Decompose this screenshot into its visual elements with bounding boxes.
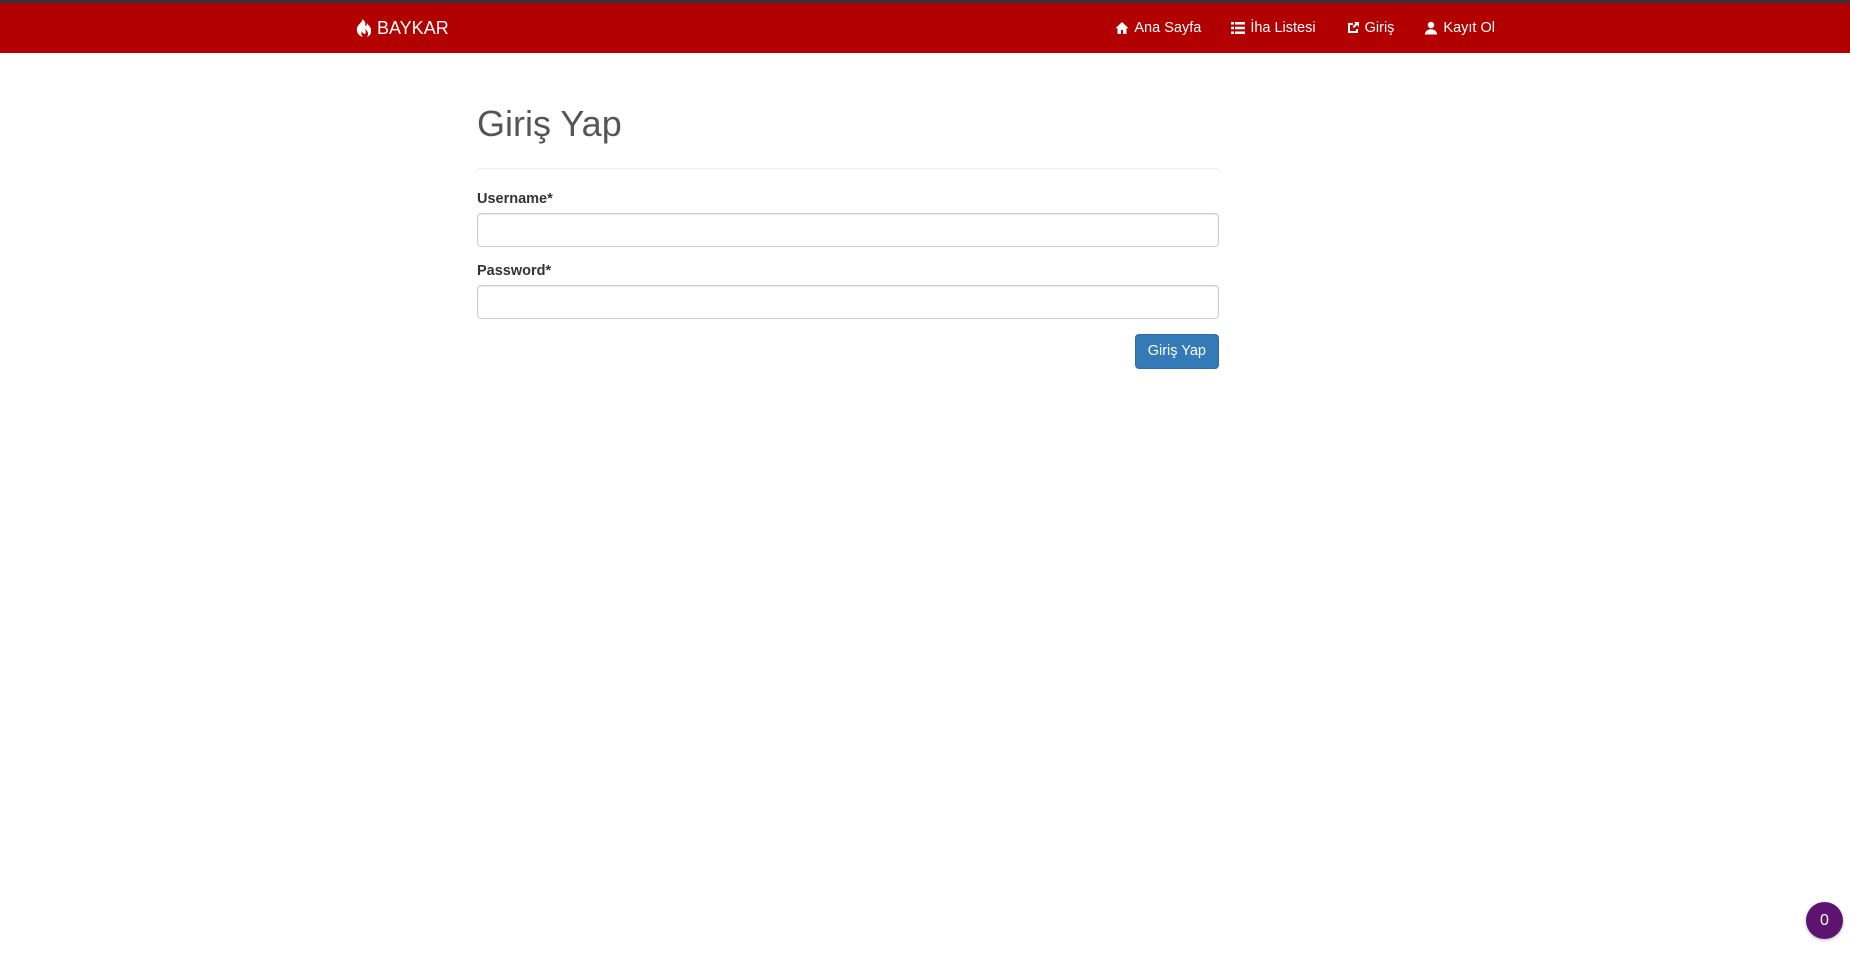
nav-item-iha-listesi[interactable]: İha Listesi <box>1216 3 1330 53</box>
nav-item-giris[interactable]: Giriş <box>1331 3 1410 53</box>
username-group: Username* <box>477 191 1219 247</box>
nav-item-kayit-ol[interactable]: Kayıt Ol <box>1409 3 1510 53</box>
fire-icon <box>355 19 371 37</box>
nav-item-label: İha Listesi <box>1250 20 1316 36</box>
user-icon <box>1424 21 1438 35</box>
username-label: Username* <box>477 190 553 207</box>
form-actions: Giriş Yap <box>477 333 1219 369</box>
brand-label: BAYKAR <box>377 17 449 38</box>
list-icon <box>1231 21 1246 35</box>
floating-counter-badge[interactable]: 0 <box>1806 902 1843 939</box>
login-container: Giriş Yap Username* Password* Giriş Yap <box>477 53 1219 369</box>
nav-item-label: Ana Sayfa <box>1134 20 1202 36</box>
page-title: Giriş Yap <box>477 103 622 144</box>
home-icon <box>1115 21 1129 35</box>
login-form: Username* Password* Giriş Yap <box>477 191 1219 369</box>
username-input[interactable] <box>477 212 1219 247</box>
password-label: Password* <box>477 262 552 279</box>
nav-item-ana-sayfa[interactable]: Ana Sayfa <box>1100 3 1216 53</box>
nav-item-label: Giriş <box>1364 20 1395 36</box>
nav-menu: Ana Sayfa İha Listesi Giriş Kayıt Ol <box>1100 3 1510 53</box>
navbar: BAYKAR Ana Sayfa İha Listesi Giriş Kayıt… <box>0 3 1850 53</box>
login-submit-button[interactable]: Giriş Yap <box>1134 333 1219 369</box>
password-input[interactable] <box>477 284 1219 319</box>
sign-in-icon <box>1346 21 1360 35</box>
title-divider <box>477 167 1219 169</box>
nav-item-label: Kayıt Ol <box>1443 20 1495 36</box>
password-group: Password* <box>477 263 1219 319</box>
brand-link[interactable]: BAYKAR <box>355 3 449 53</box>
